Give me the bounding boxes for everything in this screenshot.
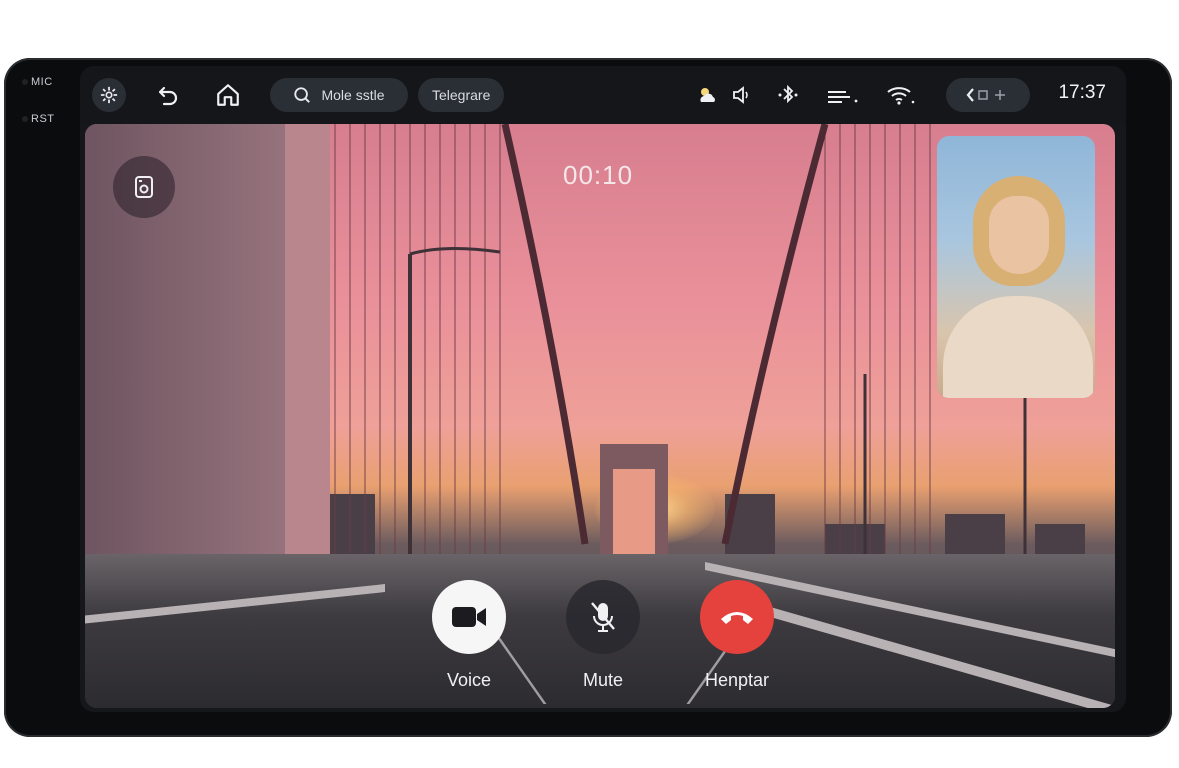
- self-view-video[interactable]: [937, 136, 1095, 398]
- home-button[interactable]: [214, 78, 242, 112]
- self-view-body: [943, 296, 1093, 398]
- mute-button-label: Mute: [582, 670, 624, 690]
- video-button[interactable]: [432, 580, 506, 654]
- rst-button[interactable]: RST: [22, 113, 55, 125]
- clock: 17:37: [1058, 82, 1106, 103]
- mic-off-icon: [591, 602, 615, 632]
- home-icon: [217, 84, 239, 106]
- app-icon: [294, 87, 311, 103]
- camera-switch-icon: [135, 176, 153, 198]
- volume-icon[interactable]: [728, 78, 756, 112]
- quick-panel-button[interactable]: [946, 78, 1030, 112]
- app-pill-1-label: Mole sstle: [321, 87, 385, 103]
- app-pill-2[interactable]: Telegrare: [418, 78, 505, 112]
- wifi-icon[interactable]: [884, 78, 918, 112]
- weather-icon: [694, 78, 722, 112]
- back-button[interactable]: [154, 78, 182, 112]
- hang-up-icon: [721, 612, 753, 624]
- gear-icon: [100, 86, 118, 104]
- self-view-face: [989, 196, 1049, 274]
- call-timer: 00:10: [563, 160, 634, 190]
- app-pill-2-label: Telegrare: [432, 87, 491, 103]
- screen: Mole sstle Telegrare 17:37 00:10 Voice M…: [80, 66, 1126, 712]
- app-pill-1[interactable]: Mole sstle: [270, 78, 408, 112]
- bluetooth-icon[interactable]: [774, 78, 802, 112]
- end-call-button[interactable]: [700, 580, 774, 654]
- back-arrow-icon: [158, 86, 178, 106]
- switch-camera-button[interactable]: [113, 156, 175, 218]
- remote-video-feed[interactable]: 00:10 Voice Mute Henptar: [85, 124, 1115, 708]
- bridge-pylon-face: [285, 124, 330, 594]
- video-button-label: Voice: [446, 670, 492, 690]
- settings-button[interactable]: [92, 78, 126, 112]
- end-call-button-label: Henptar: [704, 670, 770, 690]
- chevron-left-icon: [966, 88, 1005, 102]
- video-camera-icon: [452, 607, 486, 627]
- signal-icon: [826, 78, 862, 112]
- status-bar: Mole sstle Telegrare 17:37: [80, 66, 1126, 124]
- mic-label: MIC: [22, 76, 53, 88]
- mute-button[interactable]: [566, 580, 640, 654]
